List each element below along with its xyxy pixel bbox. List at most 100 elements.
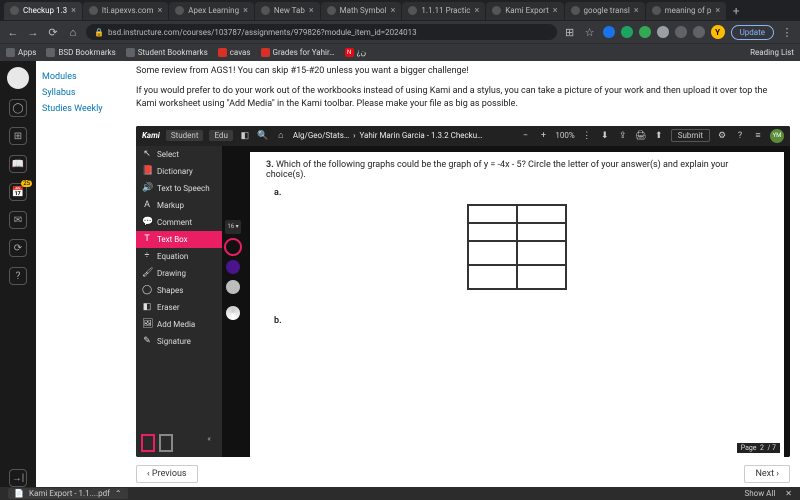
tool-equation[interactable]: ÷Equation [136,248,222,265]
close-icon[interactable]: × [553,6,558,16]
color-swatch-black[interactable] [226,240,240,254]
nav-syllabus[interactable]: Syllabus [42,85,126,101]
bookmark-item[interactable]: cavas [218,48,251,57]
close-icon[interactable]: × [634,6,639,16]
browser-tab[interactable]: Kami Export× [486,2,563,20]
reload-icon[interactable]: ⟳ [46,25,60,39]
menu-icon[interactable]: ⋮ [780,25,794,39]
tool-comment[interactable]: 💬Comment [136,214,222,231]
extension-icon[interactable] [675,26,687,38]
tool-tts[interactable]: 🔊Text to Speech [136,180,222,197]
account-icon[interactable]: ◯ [9,99,27,117]
browser-tab[interactable]: meaning of p× [646,2,727,20]
search-icon[interactable]: 🔍 [257,131,269,141]
tool-textbox[interactable]: TText Box [136,231,222,248]
student-chip[interactable]: Student [166,130,204,141]
settings-icon[interactable]: ⚙ [716,131,728,141]
calendar-icon[interactable]: 📅 [9,183,27,201]
star-icon[interactable]: ☆ [583,25,597,39]
bookmark-item[interactable]: Grades for Yahir… [261,48,335,57]
zoom-out-icon[interactable]: − [519,131,531,141]
collapse-icon[interactable]: →| [9,469,27,487]
sidebar-toggle-icon[interactable]: ◧ [239,131,251,141]
bookmark-item[interactable]: Student Bookmarks [126,48,208,57]
menu-icon[interactable]: ⋮ [581,131,593,141]
forward-icon[interactable]: → [26,25,40,39]
browser-tab[interactable]: Checkup 1.3× [4,2,82,20]
upload-icon[interactable]: ⬆ [653,131,665,141]
close-icon[interactable]: × [71,6,76,16]
update-button[interactable]: Update [731,25,774,40]
nav-studies-weekly[interactable]: Studies Weekly [42,101,126,117]
download-item[interactable]: 📄 Kami Export - 1.1....pdf ⌃ [8,488,128,499]
color-palette-icon[interactable] [226,306,240,320]
tool-eraser[interactable]: ◧Eraser [136,299,222,316]
apps-button[interactable]: Apps [6,48,36,57]
bookmark-item[interactable]: BSD Bookmarks [46,48,115,57]
show-all-button[interactable]: Show All [744,489,775,498]
close-icon[interactable]: × [309,6,314,16]
home-icon[interactable]: ⌂ [66,25,80,39]
kami-document-viewport[interactable]: 3. Which of the following graphs could b… [244,146,790,458]
browser-tab[interactable]: Math Symbol× [321,2,402,20]
extension-icon[interactable] [621,26,633,38]
reading-list-button[interactable]: Reading List [747,48,794,57]
back-icon[interactable]: ← [6,25,20,39]
browser-tab[interactable]: lti.apexvs.com× [83,2,168,20]
extension-icon[interactable] [603,26,615,38]
layout-option[interactable] [159,434,173,452]
tool-shapes[interactable]: ◯Shapes [136,282,222,299]
courses-icon[interactable]: 📖 [9,155,27,173]
browser-tab[interactable]: New Tab× [255,2,320,20]
chevron-up-icon[interactable]: ⌃ [115,489,122,498]
tool-addmedia[interactable]: 🖼Add Media [136,316,222,333]
nav-modules[interactable]: Modules [42,69,126,85]
more-icon[interactable]: ≡ [752,130,764,141]
tool-select[interactable]: ↖Select [136,146,222,163]
url-input[interactable]: 🔒 bsd.instructure.com/courses/103787/ass… [86,24,557,40]
close-icon[interactable]: × [157,6,162,16]
font-size-picker[interactable]: 16 ▾ [225,220,241,234]
collapse-tools-icon[interactable]: « [201,434,217,452]
download-icon[interactable]: ⬇ [599,131,611,141]
close-icon[interactable]: × [243,6,248,16]
home-icon[interactable]: ⌂ [275,130,287,141]
extension-icon[interactable] [657,26,669,38]
user-avatar[interactable]: YM [770,129,784,143]
close-icon[interactable]: × [391,6,396,16]
tool-drawing[interactable]: 🖌Drawing [136,265,222,282]
layout-option[interactable] [141,434,155,452]
browser-tab[interactable]: google transl× [565,2,645,20]
close-icon[interactable]: × [474,6,479,16]
browser-tab[interactable]: Apex Learning× [169,2,254,20]
previous-button[interactable]: ‹ Previous [136,465,198,483]
bookmark-item[interactable]: N¿ن [345,48,367,57]
edu-chip[interactable]: Edu [209,130,232,141]
breadcrumb[interactable]: Alg/Geo/Stats… › Yahir Marin Garcia - 1.… [293,131,483,140]
new-tab-button[interactable]: + [727,4,745,18]
tool-markup[interactable]: AMarkup [136,197,222,214]
color-swatch-gray[interactable] [226,280,240,294]
browser-tab[interactable]: 1.1.11 Practic× [402,2,485,20]
color-swatch-purple[interactable] [226,260,240,274]
canvas-logo-icon[interactable] [7,67,29,89]
extension-icon[interactable] [639,26,651,38]
print-icon[interactable]: 🖨 [635,131,647,141]
next-button[interactable]: Next › [744,465,790,483]
submit-button[interactable]: Submit [671,129,710,142]
tool-signature[interactable]: ✎Signature [136,333,222,350]
profile-avatar[interactable]: Y [711,25,725,39]
history-icon[interactable]: ⟳ [9,239,27,257]
zoom-in-icon[interactable]: + [537,131,549,141]
share-icon[interactable]: ⇪ [617,131,629,141]
translate-icon[interactable]: ⊞ [563,25,577,39]
help-icon[interactable]: ? [734,131,746,141]
extension-icon[interactable] [693,26,705,38]
dashboard-icon[interactable]: ⊞ [9,127,27,145]
close-icon[interactable]: ✕ [785,489,792,498]
page-indicator: Page 2 / 7 [737,443,780,453]
help-icon[interactable]: ? [9,267,27,285]
inbox-icon[interactable]: ✉ [9,211,27,229]
close-icon[interactable]: × [715,6,720,16]
tool-dictionary[interactable]: 📕Dictionary [136,163,222,180]
